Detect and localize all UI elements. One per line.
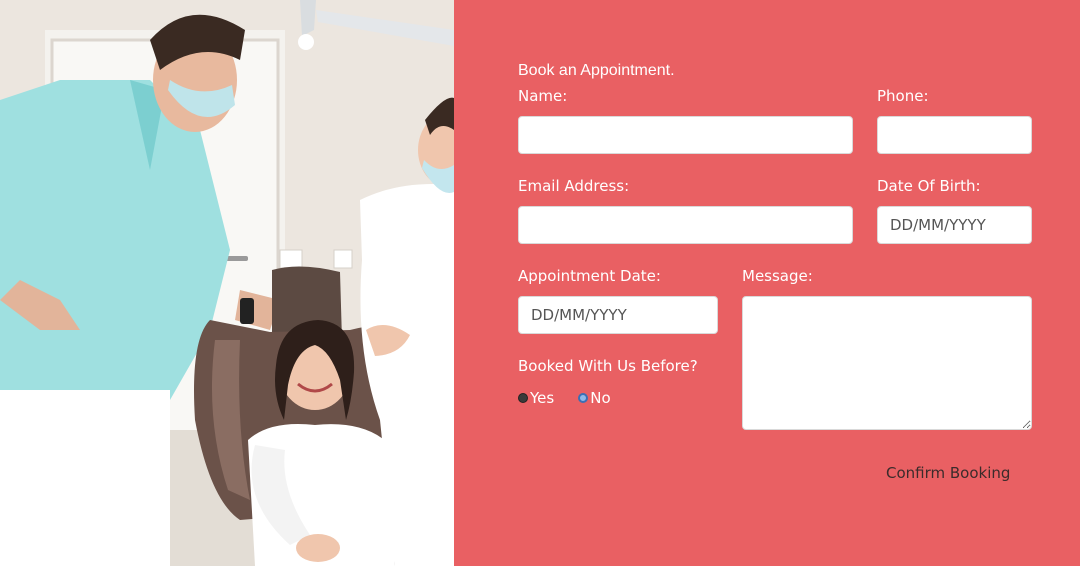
radio-yes-dot[interactable] bbox=[518, 393, 528, 403]
radio-no-dot[interactable] bbox=[578, 393, 589, 403]
form-title: Book an Appointment. bbox=[518, 62, 675, 79]
dob-label: Date Of Birth: bbox=[877, 177, 981, 195]
confirm-booking-button[interactable]: Confirm Booking bbox=[880, 460, 1016, 486]
phone-label: Phone: bbox=[877, 87, 929, 105]
phone-input[interactable] bbox=[877, 116, 1032, 154]
name-label: Name: bbox=[518, 87, 568, 105]
appointment-page: Book an Appointment. Name: Phone: Email … bbox=[0, 0, 1080, 566]
radio-yes-label: Yes bbox=[530, 389, 555, 407]
message-textarea[interactable] bbox=[742, 296, 1032, 430]
radio-no-label: No bbox=[590, 389, 611, 407]
appointment-date-label: Appointment Date: bbox=[518, 267, 661, 285]
appointment-date-input[interactable] bbox=[518, 296, 718, 334]
booked-before-label: Booked With Us Before? bbox=[518, 357, 698, 375]
dentist-photo bbox=[0, 0, 454, 566]
message-label: Message: bbox=[742, 267, 813, 285]
email-label: Email Address: bbox=[518, 177, 630, 195]
email-input[interactable] bbox=[518, 206, 853, 244]
dentist-photo-illustration bbox=[0, 0, 454, 566]
dob-input[interactable] bbox=[877, 206, 1032, 244]
name-input[interactable] bbox=[518, 116, 853, 154]
appointment-form-panel: Book an Appointment. Name: Phone: Email … bbox=[454, 0, 1080, 566]
radio-no[interactable]: No bbox=[578, 389, 611, 407]
booked-before-radio-group: Yes No bbox=[518, 389, 635, 407]
radio-yes[interactable]: Yes bbox=[518, 389, 554, 407]
